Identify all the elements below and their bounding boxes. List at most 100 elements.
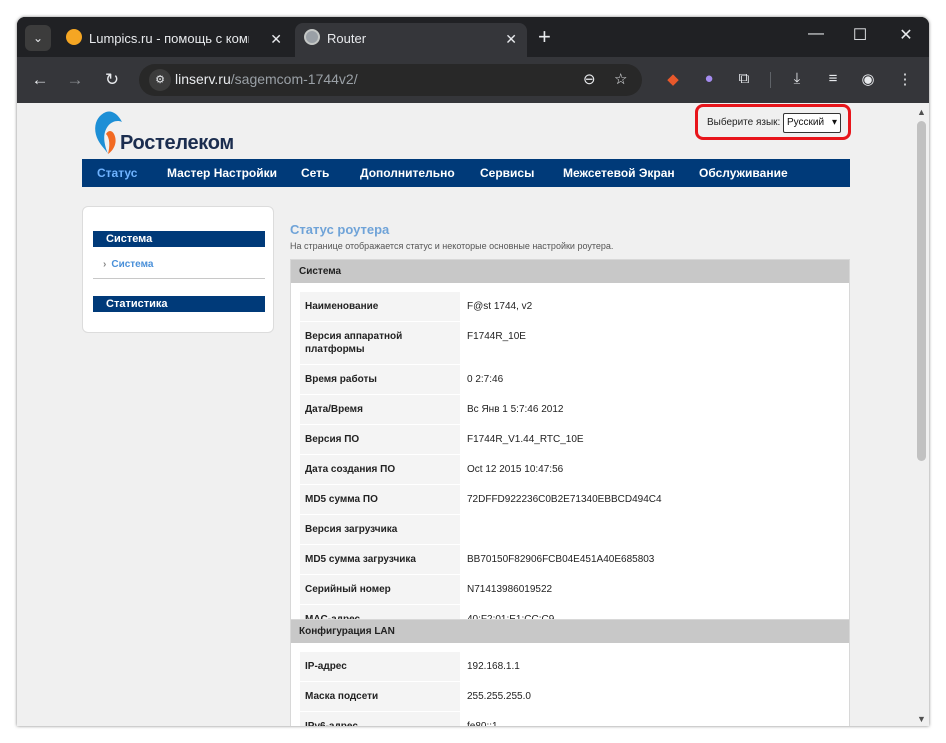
lan-section: Конфигурация LAN IP-адрес 192.168.1.1 Маск… [290,619,850,726]
reload-icon[interactable]: ↻ [101,69,123,91]
sidebar-head-system[interactable]: Система [93,231,265,247]
maximize-button[interactable]: ☐ [845,25,875,45]
row-value: 192.168.1.1 [460,652,841,681]
row-value: 0 2:7:46 [460,365,841,394]
bullet-icon: › [103,259,107,270]
sidebar-item-system[interactable]: › Система [103,259,153,270]
nav-firewall[interactable]: Межсетевой Экран [563,166,675,180]
minimize-button[interactable]: — [801,25,831,43]
row-value: F@st 1744, v2 [460,292,841,321]
new-tab-button[interactable]: + [538,25,551,49]
row-value: Вс Янв 1 5:7:46 2012 [460,395,841,424]
row-value: 72DFFD922236C0B2E71340EBBCD494C4 [460,485,841,514]
table-row: MD5 сумма ПО 72DFFD922236C0B2E71340EBBCD4… [300,485,841,515]
media-control-icon[interactable]: ≡ [823,70,843,87]
nav-maintenance[interactable]: Обслуживание [699,166,788,180]
extension-ghost-icon[interactable]: ● [699,70,719,87]
scroll-thumb[interactable] [917,121,926,461]
row-value: fe80::1 [460,712,841,726]
table-row: Время работы 0 2:7:46 [300,365,841,395]
tab-search-button[interactable]: ⌄ [25,25,51,51]
table-row: MD5 сумма загрузчика BB70150F82906FCB04E4… [300,545,841,575]
row-label: IP-адрес [305,661,347,672]
rostelecom-logo: Ростелеком [92,110,252,158]
language-label: Выберите язык: [707,117,781,128]
table-row: Дата/Время Вс Янв 1 5:7:46 2012 [300,395,841,425]
row-label: Дата/Время [305,404,363,415]
row-label: Дата создания ПО [305,464,396,475]
row-value: BB70150F82906FCB04E451A40E685803 [460,545,841,574]
table-row: Версия аппаратной платформы F1744R_10E [300,322,841,365]
nav-services[interactable]: Сервисы [480,166,534,180]
scroll-down-icon[interactable]: ▼ [917,714,926,724]
row-value [460,515,841,544]
table-row: Наименование F@st 1744, v2 [300,292,841,322]
row-label: Версия загрузчика [305,524,398,535]
tab-close-icon[interactable]: ✕ [505,25,517,53]
chevron-down-icon: ▾ [831,117,837,128]
tab-title: Lumpics.ru - помощь с компь [89,31,249,46]
extensions-puzzle-icon[interactable]: ⧉ [734,70,754,87]
lumpics-favicon-icon [66,29,82,45]
url-text[interactable]: linserv.ru/sagemcom-1744v2/ [175,71,358,87]
row-label: Версия аппаратной платформы [305,331,403,355]
zoom-icon[interactable]: ⊖ [583,70,596,88]
row-label: IPv6-адрес [300,712,460,726]
page-title: Статус роутера [290,222,390,237]
system-section-title: Система [291,260,849,283]
table-row: IPv6-адресfe80::1 [300,712,841,726]
row-label: Время работы [305,374,377,385]
table-row: Версия загрузчика [300,515,841,545]
browser-window: ⌄ Lumpics.ru - помощь с компь ✕ Router ✕… [17,17,929,726]
scroll-up-icon[interactable]: ▲ [917,107,926,117]
extension-fox-icon[interactable]: ◆ [663,70,683,88]
row-label: Маска подсети [305,691,379,702]
tab-lumpics[interactable]: Lumpics.ru - помощь с компь ✕ [57,23,292,57]
nav-status[interactable]: Статус [97,166,137,180]
row-value: N71413986019522 [460,575,841,604]
tab-router[interactable]: Router ✕ [295,23,527,57]
menu-dots-icon[interactable]: ⋮ [895,70,915,88]
brand-name: Ростелеком [120,132,234,154]
row-label: MD5 сумма ПО [305,494,378,505]
close-window-button[interactable]: ✕ [891,25,921,45]
table-row: IP-адрес 192.168.1.1 [300,652,841,682]
language-selector-highlight: Выберите язык: Русский ▾ [695,104,851,140]
nav-network[interactable]: Сеть [301,166,329,180]
system-section: Система Наименование F@st 1744, v2 Версия … [290,259,850,642]
sidebar-head-statistics[interactable]: Статистика [93,296,265,312]
row-value: Oct 12 2015 10:47:56 [460,455,841,484]
download-icon[interactable]: ⤓ [787,70,807,87]
tab-close-icon[interactable]: ✕ [270,25,282,53]
page-scrollbar[interactable]: ▲ ▼ [914,103,929,726]
tab-strip: ⌄ Lumpics.ru - помощь с компь ✕ Router ✕… [17,17,929,57]
nav-advanced[interactable]: Дополнительно [360,166,455,180]
row-value: 255.255.255.0 [460,682,841,711]
language-select[interactable]: Русский ▾ [783,113,841,133]
sidebar-divider [93,278,265,279]
profile-avatar-icon[interactable]: ◉ [858,70,878,88]
page-subtitle: На странице отображается статус и некото… [290,241,614,251]
browser-toolbar: ← → ↻ ⚙ linserv.ru/sagemcom-1744v2/ ⊖ ☆ … [17,57,929,103]
table-row: Версия ПО F1744R_V1.44_RTC_10E [300,425,841,455]
sidebar: Система › Система Статистика [82,206,274,333]
globe-favicon-icon [304,29,320,45]
main-nav: Статус Мастер Настройки Сеть Дополнитель… [82,159,850,187]
nav-setup-wizard[interactable]: Мастер Настройки [167,166,277,180]
row-label: MD5 сумма загрузчика [305,554,416,565]
lan-section-title: Конфигурация LAN [291,620,849,643]
back-icon[interactable]: ← [29,69,51,91]
lan-table: IP-адрес 192.168.1.1 Маска подсети 255.255.… [300,652,841,726]
row-label: Версия ПО [305,434,360,445]
row-value: F1744R_10E [460,322,841,364]
address-bar[interactable]: ⚙ linserv.ru/sagemcom-1744v2/ ⊖ ☆ [139,64,642,96]
bookmark-star-icon[interactable]: ☆ [614,70,627,88]
tab-title: Router [327,31,367,46]
site-info-icon[interactable]: ⚙ [149,69,171,91]
table-row: Дата создания ПО Oct 12 2015 10:47:56 [300,455,841,485]
table-row: Серийный номер N71413986019522 [300,575,841,605]
toolbar-divider [770,72,771,88]
forward-icon[interactable]: → [64,69,86,91]
row-label: Наименование [305,301,379,312]
row-label: Серийный номер [305,584,391,595]
